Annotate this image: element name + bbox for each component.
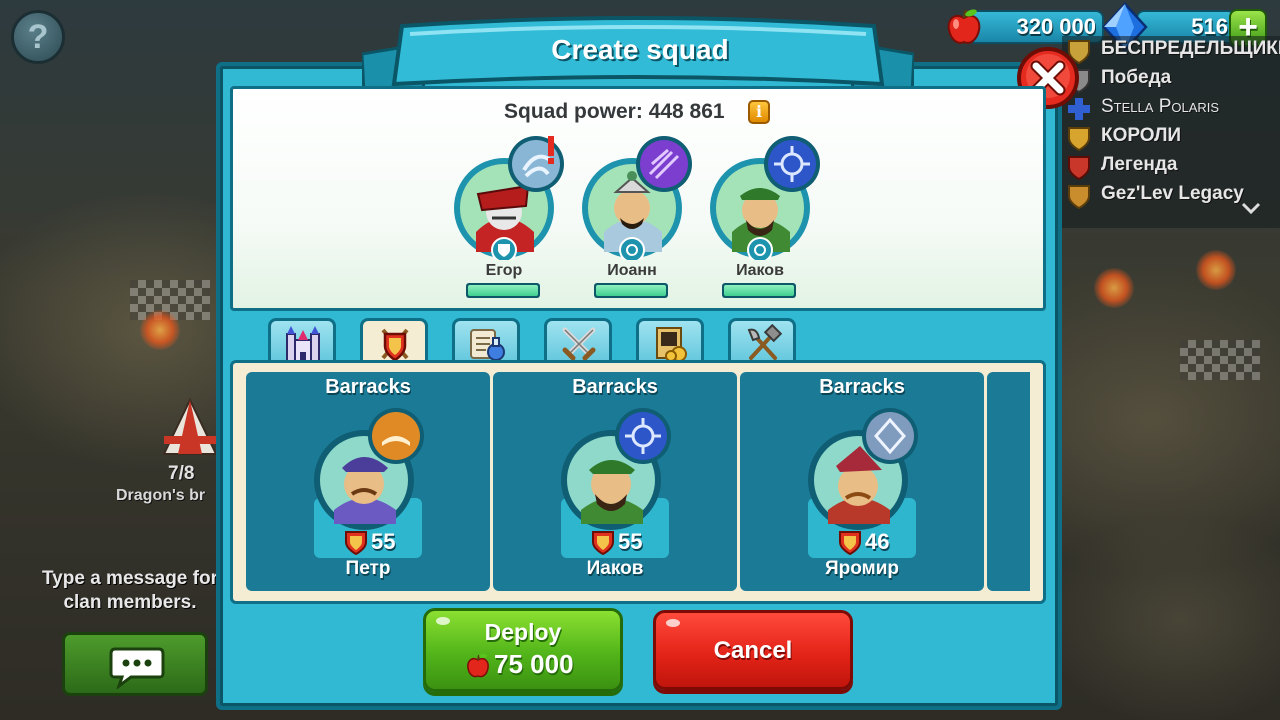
deploy-price: 75 000 bbox=[494, 649, 574, 679]
squad-member-slot[interactable]: Иаков bbox=[708, 134, 828, 298]
crossed-swords-icon bbox=[562, 327, 596, 361]
member-health-bar bbox=[594, 283, 668, 298]
clan-list-item[interactable]: БЕСПРЕДЕЛЬЩИКИ bbox=[1062, 36, 1280, 65]
treasury-icon bbox=[656, 327, 687, 362]
clan-emblem-icon bbox=[1068, 127, 1090, 151]
member-name: Иоанн bbox=[607, 262, 657, 279]
troop-level: 55 bbox=[618, 529, 643, 554]
clan-list-item[interactable]: Победа bbox=[1062, 65, 1280, 94]
member-name: Иаков bbox=[736, 262, 784, 279]
torch-fire bbox=[1094, 268, 1134, 308]
question-mark-icon: ? bbox=[27, 18, 49, 56]
troop-building-title: Barracks bbox=[325, 376, 411, 398]
troop-level: 55 bbox=[371, 529, 396, 554]
troop-scroll-area[interactable]: Barracks 55 Петр Barracks 55 Иаков Barra… bbox=[246, 372, 1030, 592]
hero-portrait bbox=[454, 136, 564, 260]
hero-portrait bbox=[582, 136, 692, 260]
member-health-bar bbox=[466, 283, 540, 298]
button-gloss bbox=[666, 619, 680, 627]
troop-card[interactable]: Barracks 55 Петр bbox=[246, 372, 490, 591]
squad-power-value: 448 861 bbox=[648, 100, 725, 123]
member-name: Егор bbox=[485, 262, 523, 279]
squad-member-slot[interactable]: Иоанн bbox=[580, 134, 700, 298]
member-health-fill bbox=[468, 285, 538, 296]
shield-icon bbox=[839, 531, 861, 555]
shield-icon bbox=[381, 328, 409, 362]
troop-name: Петр bbox=[345, 558, 391, 579]
squad-power: Squad power: 448 861 bbox=[504, 100, 725, 124]
clan-emblem-icon bbox=[1068, 185, 1090, 209]
potion-scroll-icon bbox=[470, 329, 505, 361]
clan-list-item[interactable]: Легенда bbox=[1062, 152, 1280, 181]
squad-member-slot[interactable]: Егор bbox=[452, 134, 572, 298]
clan-emblem-icon bbox=[1068, 156, 1090, 180]
tent-icon bbox=[162, 397, 218, 455]
troop-portrait bbox=[561, 408, 671, 530]
torch-fire bbox=[1196, 250, 1236, 290]
troop-name: Иаков bbox=[586, 558, 644, 579]
clan-list-item[interactable]: Stella Polaris bbox=[1062, 94, 1280, 123]
troop-building-title: Barracks bbox=[819, 376, 905, 398]
troop-card-partial[interactable] bbox=[987, 372, 1030, 591]
troop-name: Яромир bbox=[825, 558, 899, 579]
clan-name: КОРОЛИ bbox=[1101, 125, 1182, 146]
cancel-button[interactable]: Cancel bbox=[653, 610, 853, 690]
tab-crafting[interactable] bbox=[728, 318, 796, 364]
apple-icon bbox=[467, 654, 489, 678]
shield-icon bbox=[592, 531, 614, 555]
squad-power-label: Squad power: bbox=[504, 100, 643, 123]
chat-button[interactable] bbox=[62, 632, 208, 696]
speech-bubble-icon bbox=[109, 647, 165, 689]
info-icon[interactable]: i bbox=[748, 100, 770, 124]
troop-card[interactable]: Barracks 46 Яромир bbox=[740, 372, 984, 591]
member-health-fill bbox=[724, 285, 794, 296]
troop-level: 46 bbox=[865, 529, 890, 554]
tab-barracks[interactable] bbox=[360, 318, 428, 366]
clan-name: Stella Polaris bbox=[1101, 96, 1220, 117]
hero-portrait bbox=[710, 136, 820, 260]
deploy-button[interactable]: Deploy 75 000 bbox=[423, 608, 623, 692]
tab-battle[interactable] bbox=[544, 318, 612, 364]
tab-treasury[interactable] bbox=[636, 318, 704, 364]
apple-icon bbox=[947, 9, 981, 44]
clan-name: Легенда bbox=[1101, 154, 1178, 175]
dialog-title: Create squad bbox=[551, 34, 729, 65]
clan-name: БЕСПРЕДЕЛЬЩИКИ bbox=[1101, 38, 1280, 59]
tent-counter: 7/8 bbox=[168, 463, 195, 484]
clan-name: Gez'Lev Legacy bbox=[1101, 183, 1244, 204]
torch-fire bbox=[140, 310, 180, 350]
clan-list-item[interactable]: КОРОЛИ bbox=[1062, 123, 1280, 152]
checkered-flag bbox=[1180, 340, 1260, 380]
hammer-axe-icon bbox=[747, 324, 783, 360]
chevron-down-icon[interactable] bbox=[1238, 198, 1264, 220]
shield-icon bbox=[345, 531, 367, 555]
troop-portrait bbox=[314, 408, 424, 530]
troop-portrait bbox=[808, 408, 918, 530]
castle-icon bbox=[286, 326, 320, 363]
clan-name: Победа bbox=[1101, 67, 1172, 88]
troop-card[interactable]: Barracks 55 Иаков bbox=[493, 372, 737, 591]
deploy-label: Deploy bbox=[484, 619, 562, 645]
tab-alchemy[interactable] bbox=[452, 318, 520, 364]
cancel-label: Cancel bbox=[713, 637, 793, 664]
help-button[interactable]: ? bbox=[11, 10, 65, 64]
tab-castle[interactable] bbox=[268, 318, 336, 364]
chat-hint-text: Type a message for clan members. bbox=[41, 568, 218, 613]
troop-building-title: Barracks bbox=[572, 376, 658, 398]
member-health-fill bbox=[596, 285, 666, 296]
building-label: Dragon's br bbox=[116, 487, 206, 504]
member-health-bar bbox=[722, 283, 796, 298]
